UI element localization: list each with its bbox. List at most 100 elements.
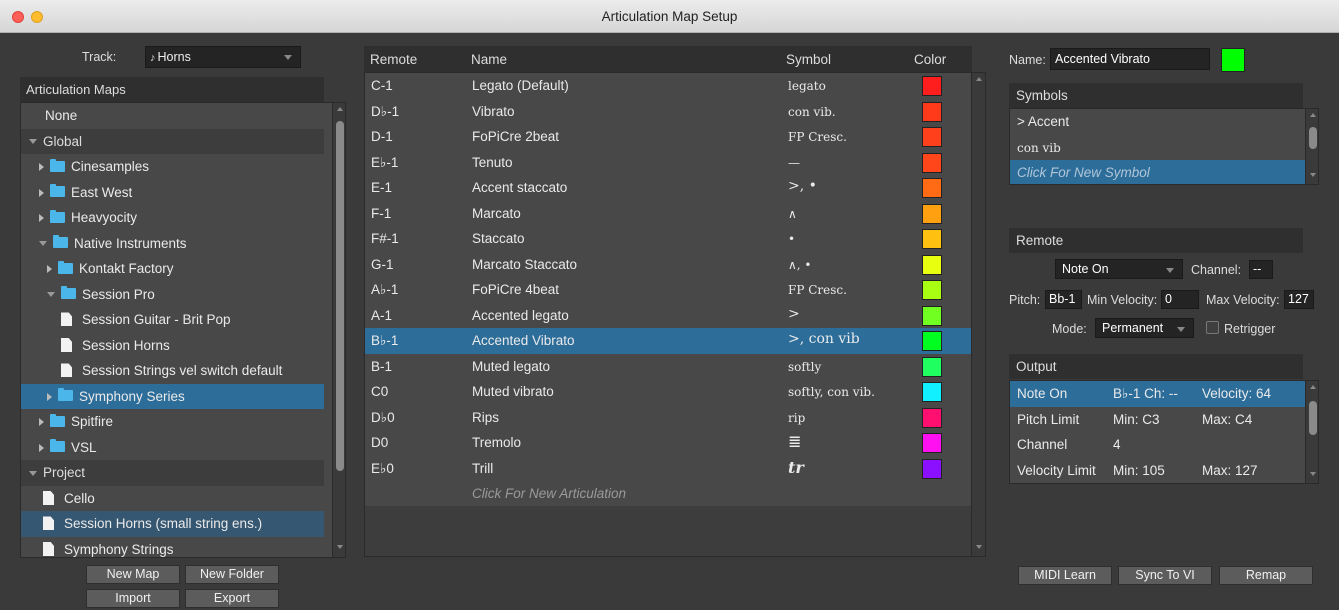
table-row[interactable]: F#-1 Staccato • xyxy=(365,226,971,252)
output-scrollbar-thumb[interactable] xyxy=(1309,401,1317,435)
color-swatch[interactable] xyxy=(922,229,942,249)
new-articulation-row[interactable]: Click For New Articulation xyxy=(365,481,971,507)
tree-item[interactable]: Spitfire xyxy=(21,409,324,435)
table-row[interactable]: E♭0 Trill tr xyxy=(365,456,971,482)
table-row[interactable]: D0 Tremolo ≣ xyxy=(365,430,971,456)
remote-type-select[interactable]: Note On xyxy=(1055,259,1183,279)
disclosure-closed-icon[interactable] xyxy=(39,214,44,223)
tree-item[interactable]: Symphony Strings xyxy=(21,537,324,558)
table-row[interactable]: C-1 Legato (Default) legato xyxy=(365,73,971,99)
scroll-down-icon[interactable] xyxy=(976,545,982,549)
symbols-scrollbar-thumb[interactable] xyxy=(1309,127,1317,149)
color-swatch[interactable] xyxy=(922,356,942,377)
tree-section[interactable]: Global xyxy=(21,128,324,154)
col-symbol-header[interactable]: Symbol xyxy=(786,52,831,67)
color-swatch[interactable] xyxy=(922,178,942,198)
table-row[interactable]: D♭0 Rips rip xyxy=(365,405,971,431)
remap-button[interactable]: Remap xyxy=(1219,566,1313,585)
tree-scrollbar-thumb[interactable] xyxy=(336,121,344,471)
output-row[interactable]: Channel 4 xyxy=(1010,432,1306,458)
disclosure-closed-icon[interactable] xyxy=(47,265,52,274)
import-button[interactable]: Import xyxy=(86,589,180,608)
color-swatch[interactable] xyxy=(922,407,942,428)
table-row[interactable]: A-1 Accented legato > xyxy=(365,303,971,329)
articulation-table[interactable]: C-1 Legato (Default) legato D♭-1 Vibrato con … xyxy=(364,72,972,557)
tree-section[interactable]: Project xyxy=(21,460,324,486)
table-row[interactable]: C0 Muted vibrato softly, con vib. xyxy=(365,379,971,405)
col-name-header[interactable]: Name xyxy=(471,52,507,67)
color-swatch[interactable] xyxy=(922,254,942,275)
color-swatch[interactable] xyxy=(922,280,942,300)
symbol-row[interactable]: > Accent xyxy=(1010,109,1306,135)
tree-item[interactable]: None xyxy=(21,103,324,129)
tree-item[interactable]: Kontakt Factory xyxy=(21,256,324,282)
tree-item[interactable]: Session Horns xyxy=(21,333,324,359)
new-symbol-row[interactable]: Click For New Symbol xyxy=(1010,160,1306,184)
symbol-row[interactable]: con vib xyxy=(1010,135,1306,161)
disclosure-closed-icon[interactable] xyxy=(47,392,52,401)
channel-field[interactable]: -- xyxy=(1249,260,1273,279)
table-scrollbar[interactable] xyxy=(972,72,986,557)
table-row[interactable]: E-1 Accent staccato >, • xyxy=(365,175,971,201)
table-row[interactable]: G-1 Marcato Staccato ∧, • xyxy=(365,252,971,278)
tree-item[interactable]: Cello xyxy=(21,486,324,512)
retrigger-checkbox[interactable] xyxy=(1206,321,1219,334)
tree-item[interactable]: Session Pro xyxy=(21,282,324,308)
scroll-down-icon[interactable] xyxy=(1310,173,1316,177)
close-window-button[interactable] xyxy=(12,11,24,23)
track-select[interactable]: ♪ Horns xyxy=(145,46,301,68)
table-row[interactable]: A♭-1 FoPiCre 4beat FP Cresc. xyxy=(365,277,971,303)
disclosure-closed-icon[interactable] xyxy=(39,443,44,452)
tree-item[interactable]: Session Horns (small string ens.) xyxy=(21,511,324,537)
new-folder-button[interactable]: New Folder xyxy=(185,565,279,584)
col-remote-header[interactable]: Remote xyxy=(370,52,417,67)
scroll-down-icon[interactable] xyxy=(1310,472,1316,476)
export-button[interactable]: Export xyxy=(185,589,279,608)
new-map-button[interactable]: New Map xyxy=(86,565,180,584)
tree-item[interactable]: Cinesamples xyxy=(21,154,324,180)
table-row[interactable]: F-1 Marcato ∧ xyxy=(365,201,971,227)
output-list[interactable]: Velocity Limit Min: 105 Max: 127 Channel 4 Pi… xyxy=(1009,380,1319,484)
color-swatch[interactable] xyxy=(922,203,942,224)
mode-select[interactable]: Permanent xyxy=(1095,318,1194,338)
table-row[interactable]: B♭-1 Accented Vibrato >, con vib xyxy=(365,328,971,354)
table-row[interactable]: E♭-1 Tenuto — xyxy=(365,150,971,176)
min-velocity-field[interactable]: 0 xyxy=(1161,290,1199,309)
output-row[interactable]: Velocity Limit Min: 105 Max: 127 xyxy=(1010,458,1306,484)
color-swatch[interactable] xyxy=(922,76,942,96)
tree-item[interactable]: Session Strings vel switch default xyxy=(21,358,324,384)
color-swatch[interactable] xyxy=(922,127,942,147)
disclosure-open-icon[interactable] xyxy=(39,241,47,247)
color-swatch[interactable] xyxy=(922,331,942,351)
tree-item[interactable]: Native Instruments xyxy=(21,231,324,257)
scroll-up-icon[interactable] xyxy=(1310,113,1316,117)
table-row[interactable]: B-1 Muted legato softly xyxy=(365,354,971,380)
symbols-list[interactable]: Click For New Symbol con vib > Accent xyxy=(1009,108,1319,185)
tree-item[interactable]: Heavyocity xyxy=(21,205,324,231)
pitch-field[interactable]: Bb-1 xyxy=(1045,290,1082,309)
output-row[interactable]: Note On B♭-1 Ch: -- Velocity: 64 xyxy=(1010,381,1306,407)
table-row[interactable]: D-1 FoPiCre 2beat FP Cresc. xyxy=(365,124,971,150)
tree-item[interactable]: Symphony Series xyxy=(21,383,324,409)
disclosure-open-icon[interactable] xyxy=(29,139,37,145)
midi-learn-button[interactable]: MIDI Learn xyxy=(1018,566,1112,585)
tree-item[interactable]: VSL xyxy=(21,435,324,461)
table-row[interactable]: D♭-1 Vibrato con vib. xyxy=(365,99,971,125)
scroll-down-icon[interactable] xyxy=(337,545,343,549)
output-scrollbar[interactable] xyxy=(1305,381,1318,483)
scroll-up-icon[interactable] xyxy=(1310,385,1316,389)
minimize-window-button[interactable] xyxy=(31,11,43,23)
color-swatch[interactable] xyxy=(922,152,942,173)
output-row[interactable]: Pitch Limit Min: C3 Max: C4 xyxy=(1010,407,1306,433)
color-swatch[interactable] xyxy=(922,101,942,122)
symbols-scrollbar[interactable] xyxy=(1305,109,1318,184)
articulation-maps-tree[interactable]: Symphony Strings Session Horns (small str… xyxy=(20,102,346,558)
disclosure-open-icon[interactable] xyxy=(47,292,55,298)
color-swatch[interactable] xyxy=(922,382,942,402)
color-swatch[interactable] xyxy=(922,458,942,479)
scroll-up-icon[interactable] xyxy=(976,77,982,81)
max-velocity-field[interactable]: 127 xyxy=(1284,290,1314,309)
col-color-header[interactable]: Color xyxy=(914,52,946,67)
color-swatch[interactable] xyxy=(922,433,942,453)
articulation-color-swatch[interactable] xyxy=(1221,48,1245,72)
